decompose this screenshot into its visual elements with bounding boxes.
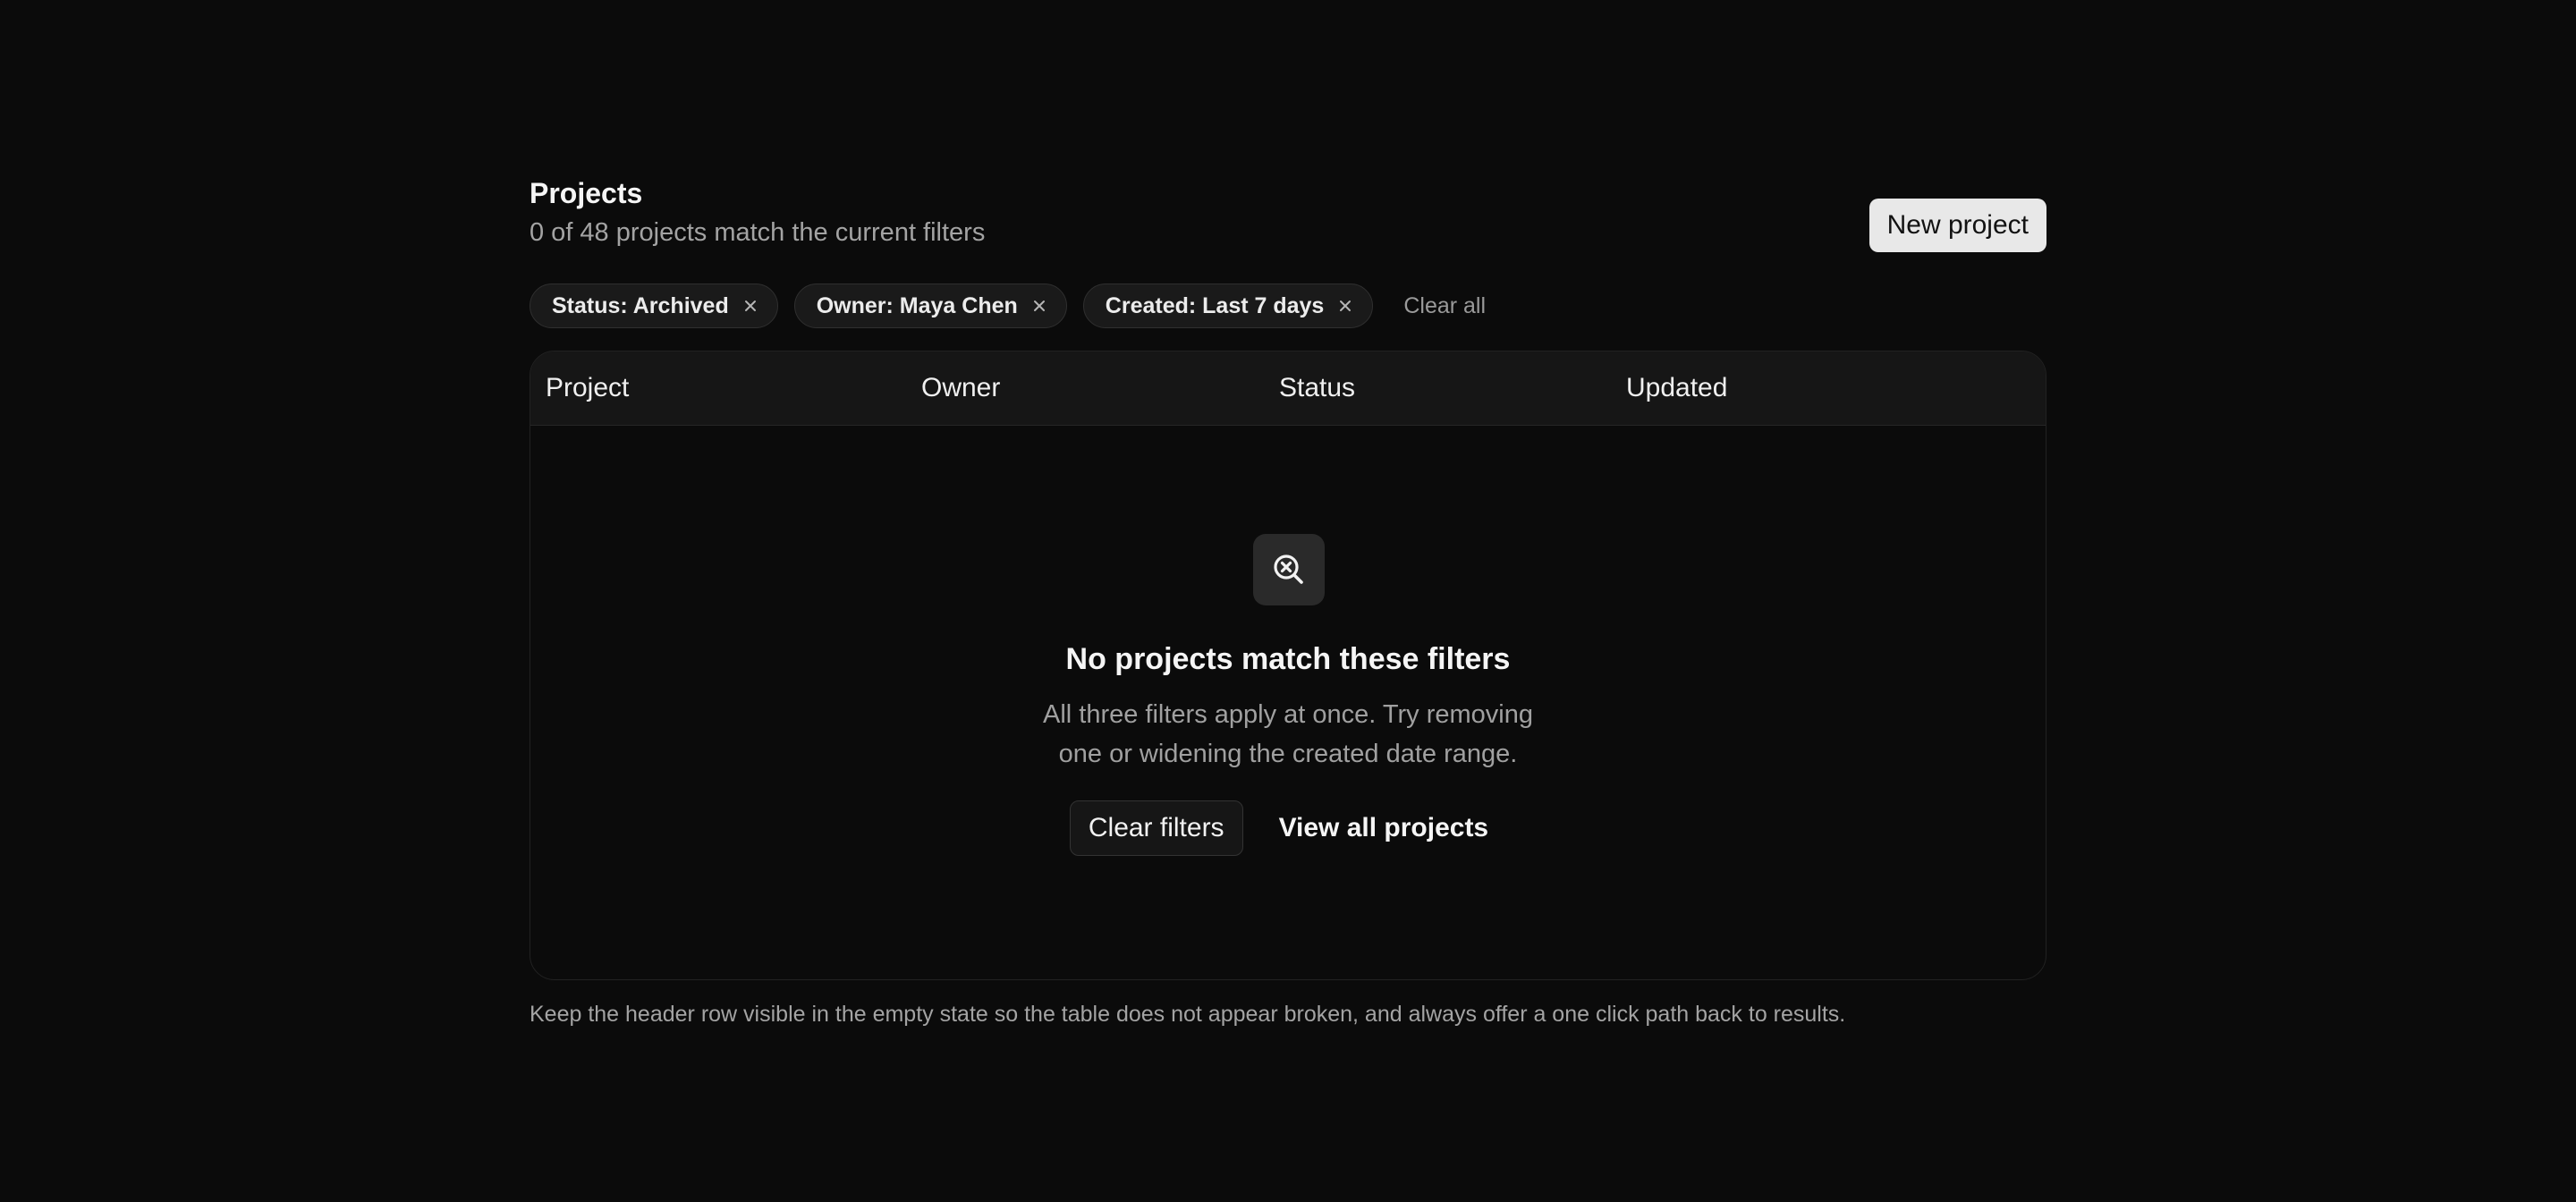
column-header-owner[interactable]: Owner	[921, 351, 1000, 425]
table-header-row: Project Owner Status Updated	[530, 351, 2046, 426]
empty-state-actions: Clear filters View all projects	[530, 800, 2046, 856]
empty-state-description-line: All three filters apply at once. Try rem…	[1042, 700, 1533, 729]
filter-chip-owner[interactable]: Owner: Maya Chen	[793, 284, 1067, 328]
empty-state-description: All three filters apply at once. Try rem…	[530, 695, 2046, 774]
column-header-status[interactable]: Status	[1279, 351, 1355, 425]
projects-table: Project Owner Status Updated No projects…	[530, 351, 2046, 980]
empty-state-title: No projects match these filters	[1065, 642, 1511, 676]
close-icon[interactable]	[741, 297, 759, 315]
filter-chip-status[interactable]: Status: Archived	[530, 284, 778, 328]
new-project-button[interactable]: New project	[1868, 199, 2046, 252]
design-note: Keep the header row visible in the empty…	[530, 1002, 1846, 1027]
filter-chip-label: Status: Archived	[552, 292, 729, 318]
page-title: Projects	[530, 177, 643, 209]
close-icon[interactable]	[1336, 297, 1354, 315]
view-all-projects-button[interactable]: View all projects	[1261, 800, 1507, 856]
filter-chip-label: Created: Last 7 days	[1105, 292, 1325, 318]
active-filters: Status: Archived Owner: Maya Chen Create…	[530, 283, 1486, 329]
column-header-project[interactable]: Project	[546, 351, 629, 425]
empty-state-description-line: one or widening the created date range.	[1058, 740, 1518, 768]
column-header-updated[interactable]: Updated	[1626, 351, 1727, 425]
search-x-icon	[1253, 534, 1325, 605]
clear-all-link[interactable]: Clear all	[1403, 293, 1486, 319]
results-count: 0 of 48 projects match the current filte…	[530, 218, 986, 247]
filter-chip-label: Owner: Maya Chen	[816, 292, 1018, 318]
filter-chip-created[interactable]: Created: Last 7 days	[1082, 284, 1374, 328]
empty-state: No projects match these filters All thre…	[530, 425, 2046, 979]
projects-page: Projects 0 of 48 projects match the curr…	[530, 175, 2046, 1027]
page-header: Projects 0 of 48 projects match the curr…	[530, 175, 2046, 259]
close-icon[interactable]	[1030, 297, 1048, 315]
clear-filters-button[interactable]: Clear filters	[1069, 800, 1243, 856]
